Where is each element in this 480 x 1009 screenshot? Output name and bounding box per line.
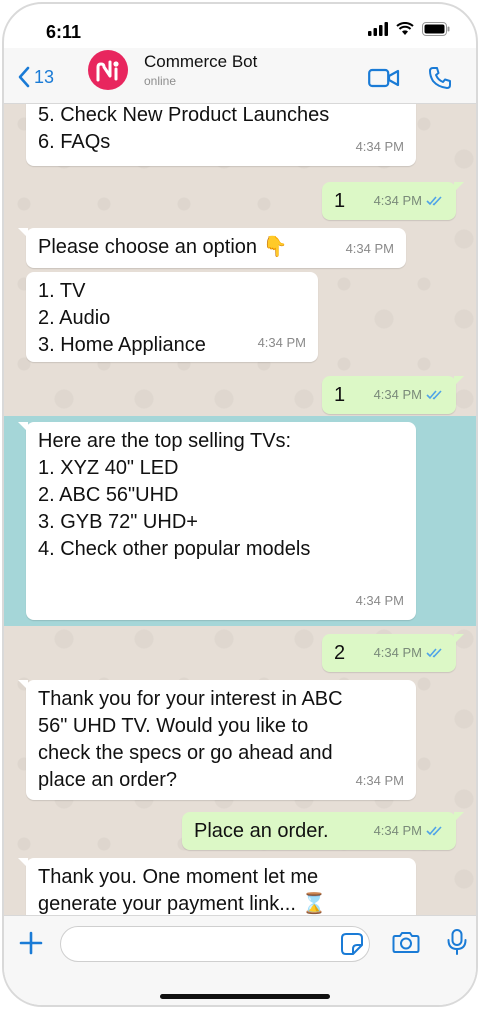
mic-icon[interactable] <box>446 928 468 956</box>
sticker-icon[interactable] <box>340 932 364 956</box>
phone-frame: 6:11 13 Commerce Bot online 5. Check New… <box>2 2 478 1007</box>
bubble-tail <box>18 228 28 238</box>
video-icon[interactable] <box>368 68 400 88</box>
status-time: 6:11 <box>46 22 82 42</box>
bubble-tail <box>454 812 464 822</box>
chat-area[interactable]: 5. Check New Product Launches 6. FAQs 4:… <box>4 104 476 915</box>
message-line: 1. XYZ 40" LED <box>38 457 179 479</box>
battery-icon <box>422 22 450 36</box>
incoming-message[interactable]: Thank you. One moment let me generate yo… <box>18 858 416 915</box>
contact-name[interactable]: Commerce Bot <box>144 52 257 72</box>
bubble-tail <box>18 858 28 868</box>
double-check-icon <box>426 826 442 836</box>
chevron-left-icon <box>18 66 30 88</box>
message-line: 4. Check other popular models <box>38 538 311 560</box>
plus-icon[interactable] <box>18 930 44 956</box>
message-time: 4:34 PM <box>355 593 404 608</box>
camera-icon[interactable] <box>392 930 420 954</box>
home-indicator <box>160 994 330 999</box>
message-line: 56" UHD TV. Would you like to <box>38 715 309 737</box>
signal-icon <box>368 22 388 36</box>
wifi-icon <box>396 22 414 35</box>
outgoing-message[interactable]: 2 4:34 PM <box>322 634 464 672</box>
message-time: 4:34 PM <box>355 773 404 788</box>
bubble-tail <box>454 376 464 386</box>
incoming-message[interactable]: Please choose an option 👇 4:34 PM <box>18 228 406 268</box>
incoming-message[interactable]: 5. Check New Product Launches 6. FAQs 4:… <box>26 104 416 166</box>
message-line: Please choose an option 👇 <box>38 236 288 258</box>
message-line: check the specs or go ahead and <box>38 742 333 764</box>
chat-header: 13 Commerce Bot online <box>4 48 476 104</box>
message-line: 1. TV <box>38 280 86 302</box>
status-bar: 6:11 <box>4 4 476 48</box>
message-line: 2. Audio <box>38 307 111 329</box>
message-line: generate your payment link... ⌛ <box>38 893 327 915</box>
bubble-tail <box>454 182 464 192</box>
message-line: Thank you. One moment let me <box>38 866 319 888</box>
outgoing-message[interactable]: 1 4:34 PM <box>322 182 464 220</box>
outgoing-message[interactable]: 1 4:34 PM <box>322 376 464 414</box>
message-line: 5. Check New Product Launches <box>38 104 330 126</box>
message-input[interactable] <box>60 926 370 962</box>
back-count: 13 <box>34 66 55 87</box>
double-check-icon <box>426 390 442 400</box>
incoming-message-top-selling-tvs[interactable]: Here are the top selling TVs: 1. XYZ 40"… <box>18 422 416 620</box>
contact-status: online <box>144 74 177 88</box>
message-line: place an order? <box>38 769 177 791</box>
message-time: 4:34 PM <box>374 187 444 214</box>
composer-bar <box>4 915 476 1005</box>
message-time: 4:34 PM <box>345 241 394 256</box>
incoming-message[interactable]: Thank you for your interest in ABC 56" U… <box>18 680 416 800</box>
message-time: 4:34 PM <box>257 335 306 350</box>
bubble-tail <box>18 680 28 690</box>
message-line: 3. GYB 72" UHD+ <box>38 511 198 533</box>
incoming-message[interactable]: 1. TV 2. Audio 3. Home Appliance 4:34 PM <box>26 272 318 362</box>
message-line: 6. FAQs <box>38 131 111 153</box>
message-time: 4:34 PM <box>374 817 444 844</box>
phone-icon[interactable] <box>428 66 452 90</box>
message-line: Here are the top selling TVs: <box>38 430 292 452</box>
bubble-tail <box>454 634 464 644</box>
back-button[interactable]: 13 <box>18 66 54 88</box>
outgoing-message[interactable]: Place an order. 4:34 PM <box>182 812 464 850</box>
message-time: 4:34 PM <box>374 381 444 408</box>
message-line: 2. ABC 56"UHD <box>38 484 179 506</box>
message-time: 4:34 PM <box>355 139 404 154</box>
double-check-icon <box>426 648 442 658</box>
message-time: 4:34 PM <box>374 639 444 666</box>
bubble-tail <box>18 422 28 432</box>
bot-logo-icon <box>96 60 119 82</box>
double-check-icon <box>426 196 442 206</box>
message-line: Thank you for your interest in ABC <box>38 688 343 710</box>
status-icons <box>368 22 450 36</box>
avatar[interactable] <box>88 50 128 90</box>
